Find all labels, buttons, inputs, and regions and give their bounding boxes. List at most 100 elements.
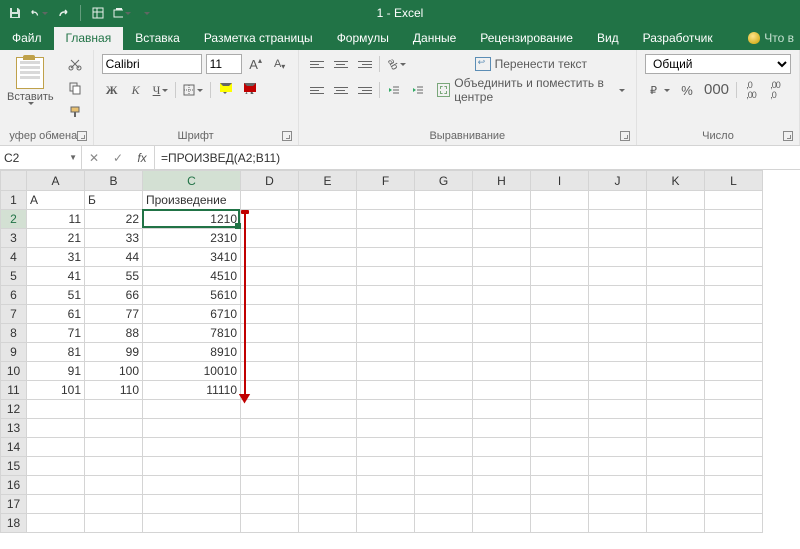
cell-L9[interactable] <box>705 343 763 362</box>
cell-B12[interactable] <box>85 400 143 419</box>
tab-page-layout[interactable]: Разметка страницы <box>192 27 325 50</box>
cell-L11[interactable] <box>705 381 763 400</box>
formula-input[interactable]: =ПРОИЗВЕД(A2;B11) <box>155 146 800 169</box>
number-format-combo[interactable]: Общий <box>645 54 791 74</box>
cell-K1[interactable] <box>647 191 705 210</box>
cell-A6[interactable]: 51 <box>27 286 85 305</box>
cell-I2[interactable] <box>531 210 589 229</box>
dialog-launcher-icon[interactable] <box>282 131 292 141</box>
cell-I16[interactable] <box>531 476 589 495</box>
cell-D7[interactable] <box>241 305 299 324</box>
cell-K5[interactable] <box>647 267 705 286</box>
cell-D15[interactable] <box>241 457 299 476</box>
cell-I4[interactable] <box>531 248 589 267</box>
cell-K18[interactable] <box>647 514 705 533</box>
cell-J1[interactable] <box>589 191 647 210</box>
cell-C17[interactable] <box>143 495 241 514</box>
cell-E17[interactable] <box>299 495 357 514</box>
dialog-launcher-icon[interactable] <box>620 131 630 141</box>
cell-E18[interactable] <box>299 514 357 533</box>
align-top-icon[interactable] <box>307 54 327 74</box>
cell-A13[interactable] <box>27 419 85 438</box>
cell-C5[interactable]: 4510 <box>143 267 241 286</box>
cell-K13[interactable] <box>647 419 705 438</box>
cell-H4[interactable] <box>473 248 531 267</box>
comma-format-icon[interactable]: 000 <box>701 80 732 100</box>
row-header-3[interactable]: 3 <box>1 229 27 248</box>
cell-E6[interactable] <box>299 286 357 305</box>
cell-C2[interactable]: 1210 <box>143 210 241 229</box>
font-size-combo[interactable] <box>206 54 242 74</box>
cell-K9[interactable] <box>647 343 705 362</box>
cell-E3[interactable] <box>299 229 357 248</box>
cell-D18[interactable] <box>241 514 299 533</box>
cell-J14[interactable] <box>589 438 647 457</box>
row-header-13[interactable]: 13 <box>1 419 27 438</box>
cancel-icon[interactable]: ✕ <box>82 151 106 165</box>
cell-B14[interactable] <box>85 438 143 457</box>
align-bottom-icon[interactable] <box>355 54 375 74</box>
cell-I8[interactable] <box>531 324 589 343</box>
cell-E5[interactable] <box>299 267 357 286</box>
cell-K3[interactable] <box>647 229 705 248</box>
cell-B17[interactable] <box>85 495 143 514</box>
fill-color-button[interactable] <box>215 80 235 100</box>
cell-G2[interactable] <box>415 210 473 229</box>
cell-C7[interactable]: 6710 <box>143 305 241 324</box>
cell-C15[interactable] <box>143 457 241 476</box>
row-header-16[interactable]: 16 <box>1 476 27 495</box>
cell-L4[interactable] <box>705 248 763 267</box>
column-header-K[interactable]: K <box>647 171 705 191</box>
cell-I18[interactable] <box>531 514 589 533</box>
save-icon[interactable] <box>6 4 24 22</box>
cell-I9[interactable] <box>531 343 589 362</box>
cell-F18[interactable] <box>357 514 415 533</box>
cell-F1[interactable] <box>357 191 415 210</box>
row-header-1[interactable]: 1 <box>1 191 27 210</box>
cell-A18[interactable] <box>27 514 85 533</box>
cell-C9[interactable]: 8910 <box>143 343 241 362</box>
align-center-icon[interactable] <box>331 80 351 100</box>
row-header-18[interactable]: 18 <box>1 514 27 533</box>
orientation-icon[interactable]: ab <box>384 54 409 74</box>
bold-button[interactable]: Ж <box>102 80 122 100</box>
cell-H18[interactable] <box>473 514 531 533</box>
tab-data[interactable]: Данные <box>401 27 468 50</box>
cell-K15[interactable] <box>647 457 705 476</box>
cell-D16[interactable] <box>241 476 299 495</box>
worksheet-grid[interactable]: ABCDEFGHIJKL1АБПроизведение2112212103213… <box>0 170 800 549</box>
cell-H6[interactable] <box>473 286 531 305</box>
cell-E14[interactable] <box>299 438 357 457</box>
cell-B13[interactable] <box>85 419 143 438</box>
cell-L2[interactable] <box>705 210 763 229</box>
cell-G18[interactable] <box>415 514 473 533</box>
cell-B18[interactable] <box>85 514 143 533</box>
cell-B16[interactable] <box>85 476 143 495</box>
cell-C12[interactable] <box>143 400 241 419</box>
cell-H2[interactable] <box>473 210 531 229</box>
cell-L16[interactable] <box>705 476 763 495</box>
cell-J10[interactable] <box>589 362 647 381</box>
tab-formulas[interactable]: Формулы <box>325 27 401 50</box>
qat-button-2[interactable] <box>113 4 131 22</box>
cell-H13[interactable] <box>473 419 531 438</box>
cell-G8[interactable] <box>415 324 473 343</box>
cell-E12[interactable] <box>299 400 357 419</box>
cell-G10[interactable] <box>415 362 473 381</box>
cell-C13[interactable] <box>143 419 241 438</box>
cell-I1[interactable] <box>531 191 589 210</box>
cell-H8[interactable] <box>473 324 531 343</box>
cell-F5[interactable] <box>357 267 415 286</box>
column-header-C[interactable]: C <box>143 171 241 191</box>
cell-I3[interactable] <box>531 229 589 248</box>
cell-K17[interactable] <box>647 495 705 514</box>
column-header-G[interactable]: G <box>415 171 473 191</box>
cell-G3[interactable] <box>415 229 473 248</box>
cell-I14[interactable] <box>531 438 589 457</box>
cell-A15[interactable] <box>27 457 85 476</box>
cell-E16[interactable] <box>299 476 357 495</box>
cell-F11[interactable] <box>357 381 415 400</box>
cell-J11[interactable] <box>589 381 647 400</box>
increase-font-icon[interactable]: A▴ <box>246 54 266 74</box>
cell-A10[interactable]: 91 <box>27 362 85 381</box>
